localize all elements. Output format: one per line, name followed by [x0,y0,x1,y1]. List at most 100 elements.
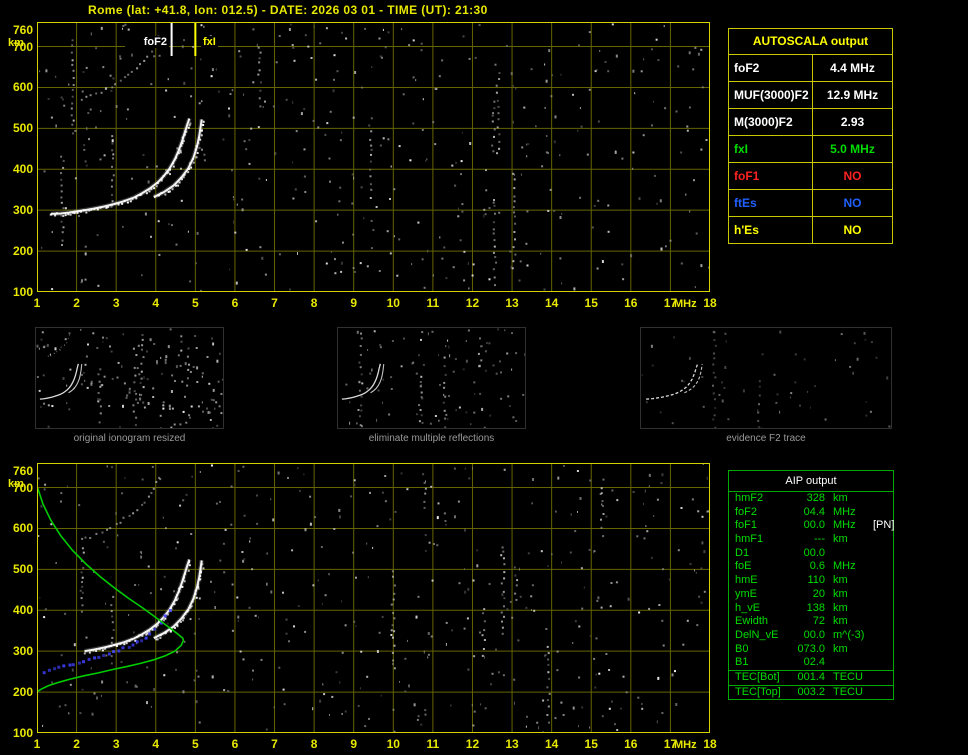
x-tick-label: 12 [465,296,480,310]
y-tick-label: 200 [12,244,33,259]
aip-row-value: 00.0 [803,546,825,559]
f2-trace [152,119,205,200]
aip-row-extra [873,643,893,657]
aip-row: TEC[Top] 003.2 TECU [729,686,893,700]
aip-row-extra [873,671,893,685]
aip-row-value: 00.0 [803,628,825,641]
x-tick-label: 10 [386,737,400,751]
aip-table: AIP output hmF2 328 km foF2 04.4 MHz foF1 00.0 M… [728,470,894,701]
autoscala-row-value: 5.0 MHz [830,142,875,156]
y-tick-label: 760 [12,464,33,478]
x-tick-label: 11 [426,296,440,310]
aip-row-value: 328 [806,492,825,504]
aip-row-extra [873,686,893,700]
aip-row-name: TEC[Top] [735,685,781,698]
x-tick-label: 14 [544,737,559,751]
aip-row: foF1 00.0 MHz [PN] [729,519,894,533]
aip-row-value: 04.4 [803,505,825,518]
x-tick-label: 13 [505,296,519,310]
autoscala-row-label: h'Es [729,217,813,243]
x-tick-label: 2 [73,296,80,310]
aip-row-extra [873,492,893,506]
aip-row-unit: km [833,492,848,504]
autoscala-row: fxI 5.0 MHz [729,136,892,163]
station-title: Rome (lat: +41.8, lon: 012.5) - DATE: 20… [88,3,488,17]
aip-row-extra [873,560,893,574]
aip-row-extra [873,615,893,629]
aip-row-name: DelN_vE [735,628,779,641]
f2-trace [49,117,192,217]
autoscala-row-label: foF1 [729,163,813,189]
f2-trace [341,363,385,400]
aip-row-name: B0 [735,642,749,655]
aip-row-name: foE [735,560,752,573]
aip-row-name: D1 [735,546,750,559]
aip-row-value: --- [814,533,825,546]
thumbnail-f2-trace-canvas [641,330,891,430]
x-tick-label: 2 [73,737,80,751]
y-tick-label: 760 [12,23,33,37]
x-tick-label: 1 [33,296,41,310]
aip-row-extra [873,533,893,547]
aip-row-value: 110 [807,574,825,587]
aip-row-unit: TECU [833,670,863,683]
f2-trace [646,363,703,400]
profile-ionogram-canvas [37,463,710,733]
thumbnail-multiple-reflections [337,327,527,429]
x-tick-label: 5 [192,737,199,751]
aip-row-name: TEC[Bot] [735,670,780,683]
noise-dots [641,330,891,430]
aip-row: h_vE 138 km [729,602,893,616]
aip-rows: hmF2 328 km foF2 04.4 MHz foF1 00.0 MHz [PN] hmF1 -… [729,492,894,700]
x-tick-label: 8 [310,737,318,751]
grid-lines [37,22,710,292]
x-tick-label: 9 [350,296,358,310]
x-tick-label: 6 [231,737,239,751]
grid-lines [37,463,710,733]
aip-row-extra [873,547,893,561]
x-tick-label: 1 [33,737,41,751]
aip-row-unit: TECU [833,685,863,698]
aip-row-name: ymE [735,587,757,600]
y-tick-label: 500 [12,121,33,136]
autoscala-table: AUTOSCALA output foF2 4.4 MHz MUF(3000)F2 1… [728,28,893,244]
x-tick-label: 6 [231,296,239,310]
autoscala-header: AUTOSCALA output [729,29,892,55]
thumbnail-original-canvas [36,328,224,430]
noise-dots [345,328,527,429]
aip-row-unit: km [833,574,848,587]
aip-row-value: 003.2 [797,685,825,698]
x-tick-label: 3 [112,737,120,751]
autoscala-row-value: 4.4 MHz [830,61,875,75]
f2-trace [83,558,192,655]
autoscala-row-label: foF2 [729,55,813,81]
x-tick-label: 9 [350,737,358,751]
thumbnail-caption: original ionogram resized [73,433,186,444]
aip-row: D1 00.0 [729,547,893,561]
autoscala-row-value: NO [843,169,862,183]
aip-row: B1 02.4 [729,656,893,670]
autoscala-rows: foF2 4.4 MHz MUF(3000)F2 12.9 MHz M(3000)F2 2… [729,55,892,243]
aip-row: B0 073.0 km [729,643,893,657]
aip-row-value: 00.0 [803,519,825,532]
x-tick-label: 16 [624,737,638,751]
aip-row-extra [873,588,893,602]
aip-row-name: hmF1 [735,533,764,546]
aip-row-name: foF2 [735,505,758,518]
aip-row-value: 20 [812,587,825,600]
aip-row-unit [833,656,873,670]
aip-row-unit: km [833,587,848,600]
aip-row-extra [873,629,893,643]
profile-ionogram-plot [37,463,710,733]
x-tick-label: 4 [152,296,160,310]
autoscala-row-label: M(3000)F2 [729,109,813,135]
aip-row-value: 001.4 [797,670,825,683]
x-tick-label: 18 [703,737,717,751]
y-axis-unit: km [8,37,24,49]
y-tick-label: 500 [12,562,33,577]
y-tick-label: 600 [12,80,33,95]
fof2-marker-label: foF2 [125,36,169,48]
aip-row-name: hmE [735,574,758,587]
x-tick-label: 7 [271,737,278,751]
frequency-markers [170,22,197,56]
